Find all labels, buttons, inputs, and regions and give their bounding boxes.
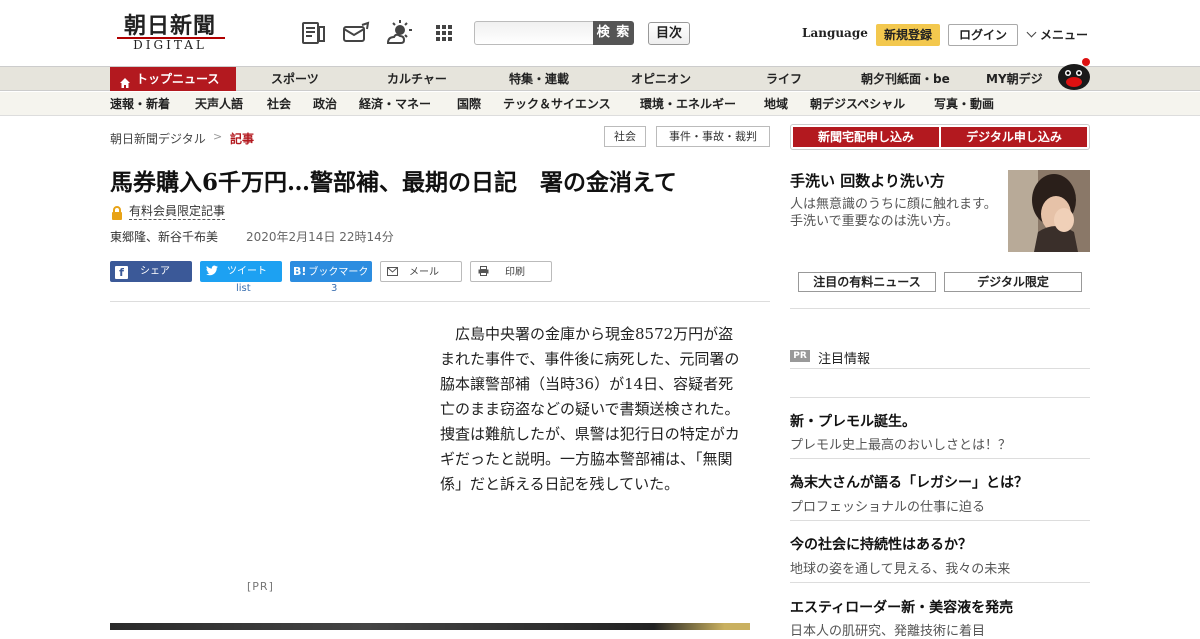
article-headline: 馬券購入6千万円…警部補、最期の日記 署の金消えて	[110, 169, 677, 196]
article-photo[interactable]	[110, 623, 750, 630]
subnav-item-tenseijingo[interactable]: 天声人語	[195, 92, 243, 116]
subnav-item-environment[interactable]: 環境・エネルギー	[640, 92, 736, 116]
pr-divider	[790, 582, 1090, 583]
nav-item-my-asadigi[interactable]: MY朝デジ	[986, 67, 1043, 91]
hatena-bookmark-button[interactable]: B! ブックマーク	[290, 261, 372, 282]
hatena-icon: B!	[293, 265, 307, 278]
tag-society[interactable]: 社会	[604, 126, 646, 147]
subnav-item-tech[interactable]: テック＆サイエンス	[503, 92, 611, 116]
subscribe-paper-button[interactable]: 新聞宅配申し込み	[793, 127, 939, 147]
print-button[interactable]: 印刷	[470, 261, 552, 282]
share-label: シェア	[140, 266, 170, 277]
nav-item-opinion[interactable]: オピニオン	[631, 67, 691, 91]
logo-subtitle[interactable]: DIGITAL	[110, 38, 230, 52]
nav-item-top-news[interactable]: トップニュース	[110, 67, 236, 91]
weather-icon[interactable]	[385, 19, 413, 47]
subnav-item-breaking[interactable]: 速報・新着	[110, 92, 170, 116]
article-byline: 東郷隆、新谷千布美	[110, 230, 219, 244]
article-body: 広島中央署の金庫から現金8572万円が盗まれた事件で、事件後に病死した、元同署の…	[440, 325, 740, 493]
twitter-share-button[interactable]: ツイート	[200, 261, 282, 282]
share-label: ブックマーク	[308, 267, 369, 278]
search-button[interactable]: 検 索	[593, 21, 634, 45]
chevron-down-icon	[1026, 27, 1037, 38]
mascot-icon[interactable]	[1054, 57, 1092, 97]
language-link[interactable]: Language	[802, 26, 868, 40]
menu-button[interactable]: メニュー	[1026, 26, 1089, 43]
share-label: ツイート	[227, 266, 267, 277]
members-only-badge[interactable]: 有料会員限定記事	[129, 204, 226, 220]
nav-item-life[interactable]: ライフ	[766, 67, 802, 91]
breadcrumb-current: 記事	[230, 132, 255, 146]
ad-pr-label: [PR]	[247, 580, 274, 593]
sidebar-divider	[790, 368, 1090, 369]
envelope-icon	[387, 263, 398, 284]
pr-divider	[790, 397, 1090, 398]
promo-title[interactable]: 手洗い 回数より洗い方	[790, 170, 945, 191]
subnav-item-politics[interactable]: 政治	[313, 92, 337, 116]
search-input[interactable]	[474, 21, 594, 45]
pr-item-title[interactable]: 新・プレモル誕生。	[790, 411, 916, 431]
nav-item-features[interactable]: 特集・連載	[509, 67, 569, 91]
pr-item-desc[interactable]: プレモル史上最高のおいしさとは！？	[790, 434, 1011, 453]
promo-photo[interactable]	[1008, 170, 1090, 252]
hatena-count[interactable]: 3	[331, 283, 337, 294]
twitter-count[interactable]: list	[236, 283, 251, 294]
breadcrumb-separator: >	[213, 130, 223, 143]
nav-item-sports[interactable]: スポーツ	[271, 67, 319, 91]
subnav-item-regional[interactable]: 地域	[764, 92, 788, 116]
sidebar-divider	[790, 308, 1090, 309]
featured-paid-news-button[interactable]: 注目の有料ニュース	[798, 272, 936, 292]
subnav-item-society[interactable]: 社会	[267, 92, 291, 116]
pr-item-title[interactable]: 為末大さんが語る「レガシー」とは？	[790, 472, 1028, 492]
article-divider	[110, 301, 770, 302]
tag-incidents[interactable]: 事件・事故・裁判	[656, 126, 770, 147]
newspaper-icon[interactable]	[300, 19, 328, 47]
pr-divider	[790, 520, 1090, 521]
pr-badge: PR	[790, 350, 810, 362]
share-label: メール	[409, 267, 439, 278]
printer-icon	[478, 263, 489, 284]
subnav-item-economy[interactable]: 経済・マネー	[359, 92, 431, 116]
facebook-icon: f	[115, 266, 128, 279]
subnav-item-photo-video[interactable]: 写真・動画	[934, 92, 994, 116]
lock-icon	[111, 205, 123, 224]
pr-item-title[interactable]: エスティローダー新・美容液を発売	[790, 597, 1013, 617]
register-button[interactable]: 新規登録	[876, 24, 940, 46]
nav-item-culture[interactable]: カルチャー	[387, 67, 447, 91]
apps-grid-icon[interactable]	[430, 19, 458, 47]
pr-divider	[790, 458, 1090, 459]
subscribe-digital-button[interactable]: デジタル申し込み	[941, 127, 1087, 147]
promo-description[interactable]: 人は無意識のうちに顔に触れます。手洗いで重要なのは洗い方。	[790, 196, 1000, 230]
pr-item-desc[interactable]: 地球の姿を通して見える、我々の未来	[790, 558, 1010, 577]
nav-item-paper[interactable]: 朝夕刊紙面・be	[861, 67, 950, 91]
mail-icon[interactable]	[342, 19, 370, 47]
menu-label: メニュー	[1040, 28, 1089, 42]
mail-share-button[interactable]: メール	[380, 261, 462, 282]
nav-label: トップニュース	[136, 72, 220, 86]
logo-title[interactable]: 朝日新聞	[110, 13, 230, 39]
breadcrumb-home[interactable]: 朝日新聞デジタル	[110, 130, 206, 147]
share-label: 印刷	[505, 267, 525, 278]
article-timestamp: 2020年2月14日 22時14分	[246, 230, 394, 244]
toc-button[interactable]: 目次	[648, 22, 690, 45]
pr-item-desc[interactable]: プロフェッショナルの仕事に迫る	[790, 496, 985, 515]
login-button[interactable]: ログイン	[948, 24, 1018, 46]
twitter-icon	[206, 263, 218, 284]
featured-info-heading: 注目情報	[818, 352, 871, 367]
subnav-item-special[interactable]: 朝デジスペシャル	[810, 92, 905, 116]
facebook-share-button[interactable]: f シェア	[110, 261, 192, 282]
subnav-item-world[interactable]: 国際	[457, 92, 481, 116]
digital-only-button[interactable]: デジタル限定	[944, 272, 1082, 292]
pr-item-title[interactable]: 今の社会に持続性はあるか？	[790, 534, 972, 554]
